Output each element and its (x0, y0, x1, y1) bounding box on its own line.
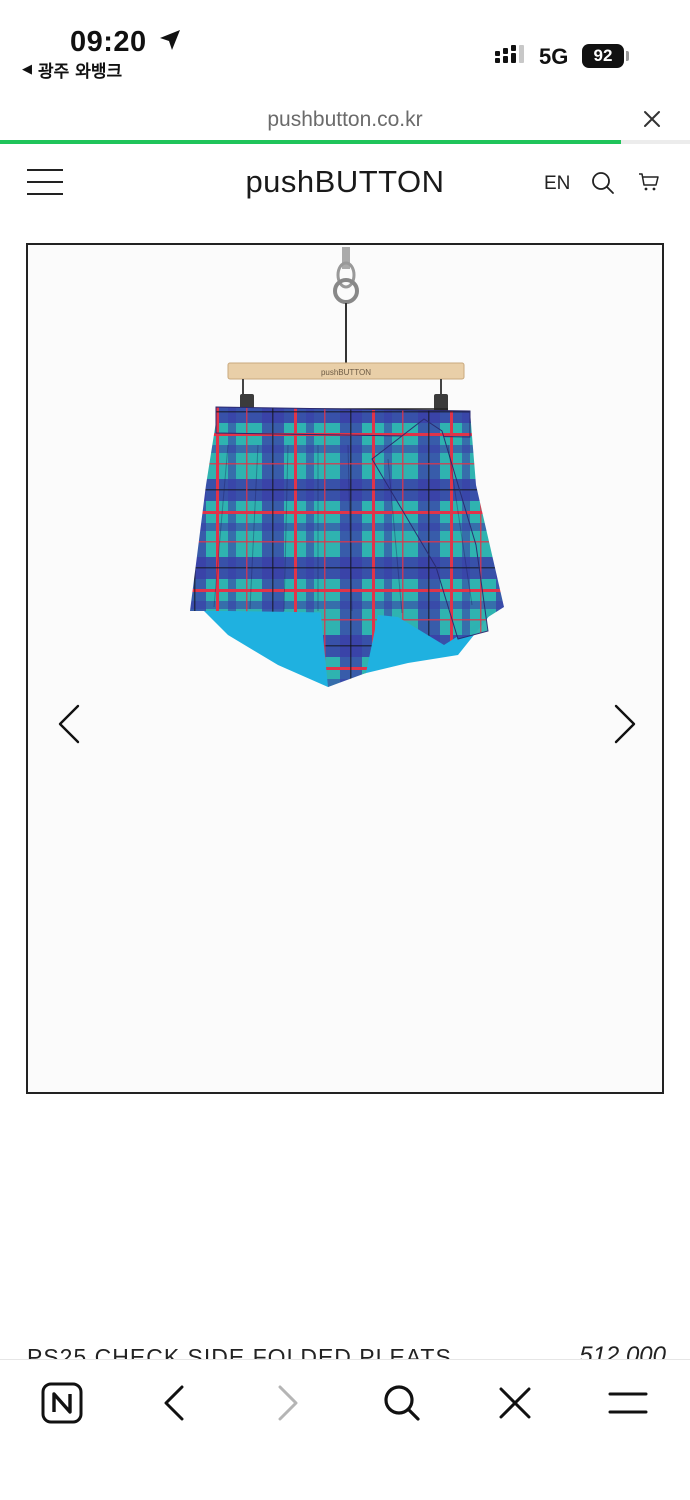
product-photo: pushBUTTON (190, 247, 504, 687)
status-bar: 09:20 ◀ 광주 와뱅크 5G 92 (0, 0, 690, 90)
network-type: 5G (539, 44, 569, 69)
url-text[interactable]: pushbutton.co.kr (0, 108, 690, 132)
location-arrow-icon (160, 30, 180, 50)
battery-cap (626, 51, 629, 61)
chevron-left-icon[interactable] (54, 703, 84, 745)
cart-icon[interactable] (638, 172, 660, 192)
back-triangle-icon: ◀ (22, 62, 32, 77)
forward-icon[interactable] (272, 1382, 304, 1424)
logo-prefix: push (245, 164, 315, 199)
battery-indicator: 92 (582, 44, 624, 68)
site-header: pushBUTTON EN (0, 150, 690, 216)
chevron-right-icon[interactable] (610, 703, 640, 745)
search-icon[interactable] (591, 171, 615, 195)
hamburger-menu-icon[interactable] (607, 1382, 649, 1424)
product-image-carousel[interactable]: pushBUTTON (26, 243, 664, 1094)
back-to-app-link[interactable]: ◀ 광주 와뱅크 (22, 57, 122, 82)
search-icon[interactable] (382, 1382, 422, 1424)
browser-url-bar[interactable]: pushbutton.co.kr (0, 96, 690, 142)
back-icon[interactable] (158, 1382, 190, 1424)
back-app-label: 광주 와뱅크 (38, 62, 123, 82)
page-load-progress (0, 140, 690, 144)
browser-toolbar (0, 1359, 690, 1500)
site-logo[interactable]: pushBUTTON (0, 164, 690, 200)
close-icon[interactable] (643, 110, 661, 128)
status-time: 09:20 (70, 26, 147, 58)
signal-bars-icon (495, 45, 524, 63)
language-switch[interactable]: EN (544, 173, 570, 195)
page-load-progress-fill (0, 140, 621, 144)
hanger-brand-text: pushBUTTON (321, 368, 371, 377)
logo-main: BUTTON (314, 164, 445, 199)
close-icon[interactable] (497, 1382, 533, 1424)
naver-n-icon[interactable] (41, 1382, 83, 1424)
